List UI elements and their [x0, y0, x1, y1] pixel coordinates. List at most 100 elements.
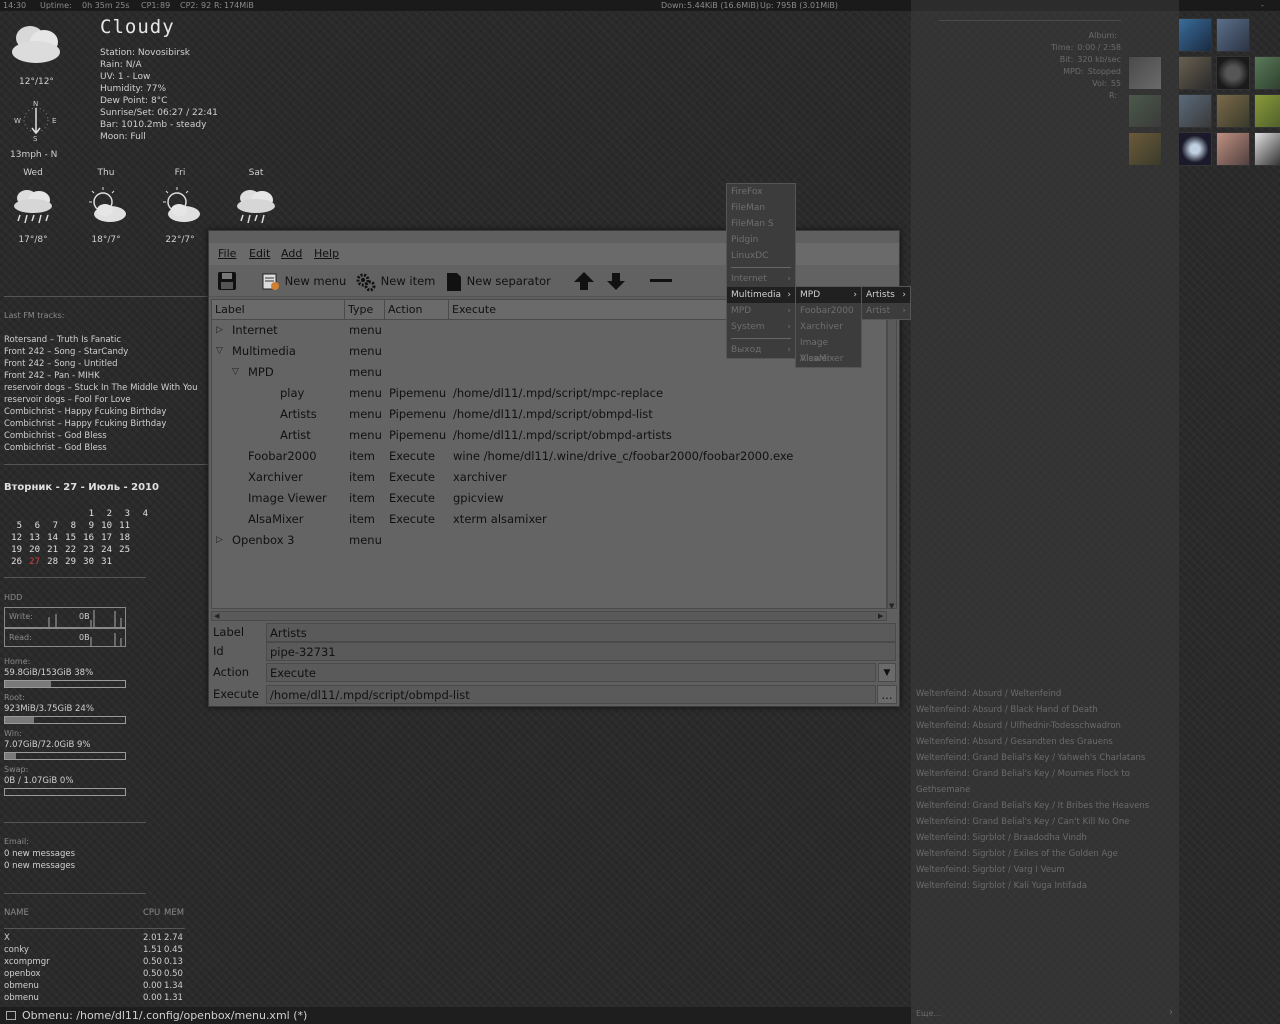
- album-thumb[interactable]: [1178, 132, 1212, 166]
- save-button[interactable]: [217, 271, 237, 291]
- album-thumb[interactable]: [1216, 56, 1250, 90]
- expander-icon[interactable]: ▷: [216, 320, 223, 341]
- menu-edit[interactable]: Edit: [249, 247, 270, 260]
- proc-cell: obmenu: [4, 981, 39, 991]
- scroll-right-icon[interactable]: ▶: [878, 612, 883, 620]
- playlist-item[interactable]: Weltenfeind: Absurd / Gesandten des Grau…: [916, 734, 1178, 750]
- album-thumb[interactable]: [1254, 94, 1280, 128]
- album-thumb[interactable]: [1128, 94, 1162, 128]
- mpd-info-line: Vol: 55: [1031, 78, 1121, 90]
- tree-row[interactable]: ▷ Openbox 3 menu: [212, 530, 886, 551]
- menu-item-label: Multimedia: [731, 290, 782, 300]
- scroll-left-icon[interactable]: ◀: [214, 612, 219, 620]
- album-thumb[interactable]: [1216, 94, 1250, 128]
- playlist-item[interactable]: Weltenfeind: Grand Belial's Key / Can't …: [916, 814, 1178, 830]
- menu-item[interactable]: LinuxDC: [727, 248, 795, 264]
- menu-help[interactable]: Help: [314, 247, 339, 260]
- tree-row[interactable]: Artists menu Pipemenu/home/dl11/.mpd/scrip…: [212, 404, 886, 425]
- album-thumb[interactable]: [1254, 56, 1280, 90]
- playlist-item[interactable]: Weltenfeind: Sigrblot / Exiles of the Go…: [916, 846, 1178, 862]
- browse-button[interactable]: ...: [877, 685, 897, 704]
- album-thumb[interactable]: [1178, 18, 1212, 52]
- scroll-down-icon[interactable]: ▼: [889, 602, 894, 610]
- menu-item-label: System: [731, 322, 765, 332]
- tree-row[interactable]: AlsaMixer item Execute xterm alsamixer: [212, 509, 886, 530]
- album-thumb[interactable]: [1254, 132, 1280, 166]
- playlist-item[interactable]: Weltenfeind: Grand Belial's Key / Yahweh…: [916, 750, 1178, 766]
- menu-item[interactable]: Xarchiver: [796, 319, 861, 335]
- move-down-button[interactable]: [606, 271, 626, 291]
- album-thumb[interactable]: [1216, 132, 1250, 166]
- album-thumb[interactable]: [1128, 132, 1162, 166]
- menu-item-label: FileMan S: [731, 219, 774, 229]
- id-field[interactable]: pipe-32731: [266, 642, 896, 661]
- calendar-day: 29: [65, 557, 76, 567]
- menu-item[interactable]: Multimedia ›: [727, 287, 795, 303]
- menu-item[interactable]: FileMan: [727, 200, 795, 216]
- menu-item[interactable]: Artist ›: [862, 303, 910, 319]
- expander-icon[interactable]: ▽: [232, 362, 239, 383]
- playlist-item[interactable]: Weltenfeind: Grand Belial's Key / It Bri…: [916, 798, 1178, 814]
- tree-row[interactable]: Foobar2000 item Execute wine /home/dl11/.wi…: [212, 446, 886, 467]
- move-up-button[interactable]: [573, 271, 595, 291]
- col-label[interactable]: Label: [212, 300, 345, 320]
- remove-button[interactable]: [649, 271, 673, 291]
- album-thumb[interactable]: [1128, 56, 1162, 90]
- menu-item-label: Xarchiver: [800, 322, 843, 332]
- menu-item[interactable]: Internet ›: [727, 271, 795, 287]
- menu-item[interactable]: FireFox: [727, 184, 795, 200]
- menu-item[interactable]: Image Viewer: [796, 335, 861, 364]
- tree-row[interactable]: ▽ MPD menu: [212, 362, 886, 383]
- menu-add[interactable]: Add: [281, 247, 302, 260]
- playlist-item[interactable]: Weltenfeind: Sigrblot / Kali Yuga Intifa…: [916, 878, 1178, 894]
- chevron-down-icon[interactable]: ▼: [878, 663, 896, 682]
- menu-item[interactable]: System ›: [727, 319, 795, 335]
- playlist-item[interactable]: Weltenfeind: Sigrblot / Braadodha Vindh: [916, 830, 1178, 846]
- menu-item[interactable]: AlsaMixer: [796, 351, 861, 367]
- new-menu-button[interactable]: New menu: [261, 271, 346, 291]
- album-thumb[interactable]: [1178, 94, 1212, 128]
- playlist-item[interactable]: Weltenfeind: Absurd / Ulfhednir-Todessch…: [916, 718, 1178, 734]
- menu-item-label: Artist: [866, 306, 891, 316]
- menu-file[interactable]: File: [218, 247, 236, 260]
- label-field[interactable]: Artists: [266, 623, 896, 642]
- more-link[interactable]: Еще...: [916, 1009, 941, 1018]
- calendar-day: 19: [11, 545, 22, 555]
- col-type[interactable]: Type: [345, 300, 385, 320]
- playlist-item[interactable]: Weltenfeind: Sigrblot / Varg I Veum: [916, 862, 1178, 878]
- new-separator-button[interactable]: New separator: [445, 271, 551, 291]
- execute-field[interactable]: /home/dl11/.mpd/script/obmpd-list: [266, 685, 876, 704]
- vertical-scrollbar[interactable]: ▼: [887, 299, 897, 610]
- calendar-day: 28: [47, 557, 58, 567]
- album-thumb[interactable]: [1178, 56, 1212, 90]
- menu-item[interactable]: Artists ›: [862, 287, 910, 303]
- taskbar-window-title[interactable]: Obmenu: /home/dl11/.config/openbox/menu.…: [22, 1007, 307, 1024]
- menu-item[interactable]: Foobar2000: [796, 303, 861, 319]
- tree-row[interactable]: Image Viewer item Execute gpicview: [212, 488, 886, 509]
- horizontal-scrollbar[interactable]: ◀ ▶: [211, 611, 887, 621]
- menu-item[interactable]: Выход ›: [727, 342, 795, 358]
- playlist-item[interactable]: Weltenfeind: Absurd / Weltenfeind: [916, 686, 1178, 702]
- menu-item[interactable]: Pidgin: [727, 232, 795, 248]
- prop-id-row: Id pipe-32731: [211, 642, 897, 661]
- more-arrow-icon[interactable]: ›: [1169, 1007, 1173, 1018]
- calendar-day: 13: [29, 533, 40, 543]
- playlist-item[interactable]: Weltenfeind: Grand Belial's Key / Mourne…: [916, 766, 1178, 798]
- new-item-button[interactable]: New item: [355, 271, 435, 291]
- proc-row: X 2.01 2.74: [4, 932, 189, 944]
- menu-item[interactable]: MPD ›: [796, 287, 861, 303]
- menu-item[interactable]: FileMan S: [727, 216, 795, 232]
- expander-icon[interactable]: ▽: [216, 341, 223, 362]
- tree-row[interactable]: Xarchiver item Execute xarchiver: [212, 467, 886, 488]
- menu-item[interactable]: MPD ›: [727, 303, 795, 319]
- album-thumb[interactable]: [1216, 18, 1250, 52]
- tree-cell-action: Pipemenu: [389, 428, 447, 442]
- tree-row[interactable]: play menu Pipemenu/home/dl11/.mpd/script/m…: [212, 383, 886, 404]
- calendar-day: 30: [83, 557, 94, 567]
- col-action[interactable]: Action: [385, 300, 449, 320]
- tree-row[interactable]: Artist menu Pipemenu/home/dl11/.mpd/script…: [212, 425, 886, 446]
- action-select[interactable]: Execute: [266, 663, 876, 682]
- cloud-icon: [8, 16, 64, 66]
- playlist-item[interactable]: Weltenfeind: Absurd / Black Hand of Deat…: [916, 702, 1178, 718]
- expander-icon[interactable]: ▷: [216, 530, 223, 551]
